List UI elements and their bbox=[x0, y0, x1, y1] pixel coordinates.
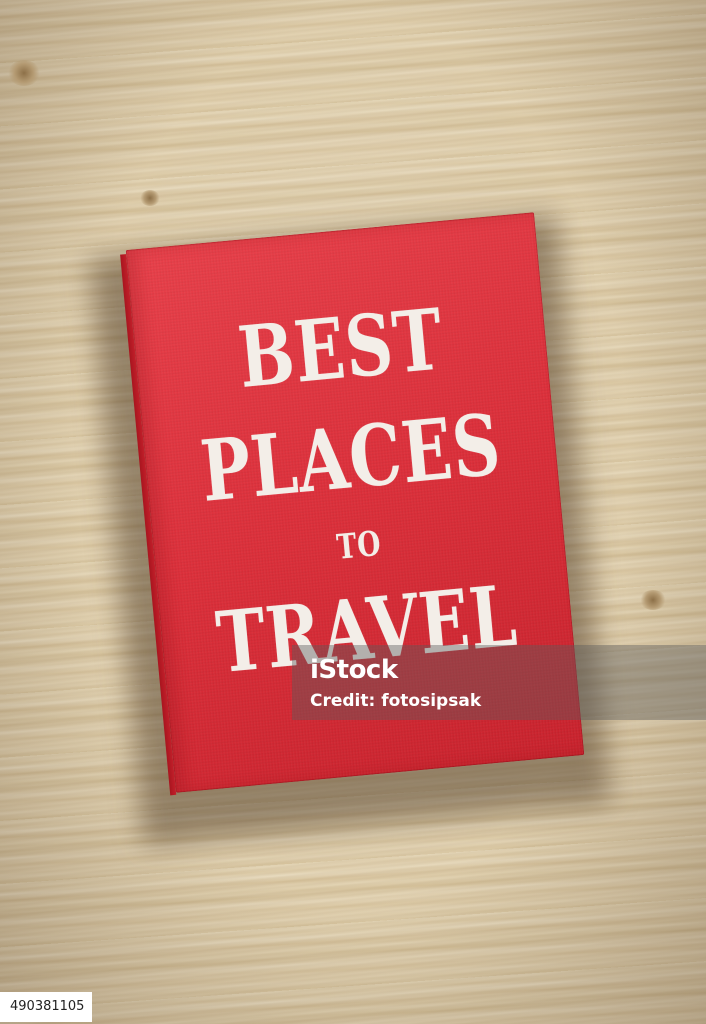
watermark-brand: iStock bbox=[310, 655, 398, 685]
wood-knot bbox=[140, 190, 160, 206]
wood-knot bbox=[8, 60, 40, 86]
image-id-label: 490381105 bbox=[0, 992, 93, 1022]
stock-watermark: iStock Credit: fotosipsak bbox=[292, 645, 706, 720]
watermark-credit: Credit: fotosipsak bbox=[310, 691, 482, 711]
book-title-line-2: PLACES bbox=[196, 394, 505, 521]
wood-knot bbox=[640, 590, 666, 610]
book-title-line-1: BEST bbox=[234, 289, 448, 407]
photo-scene: BEST PLACES TO TRAVEL iStock Credit: fot… bbox=[0, 0, 706, 1024]
